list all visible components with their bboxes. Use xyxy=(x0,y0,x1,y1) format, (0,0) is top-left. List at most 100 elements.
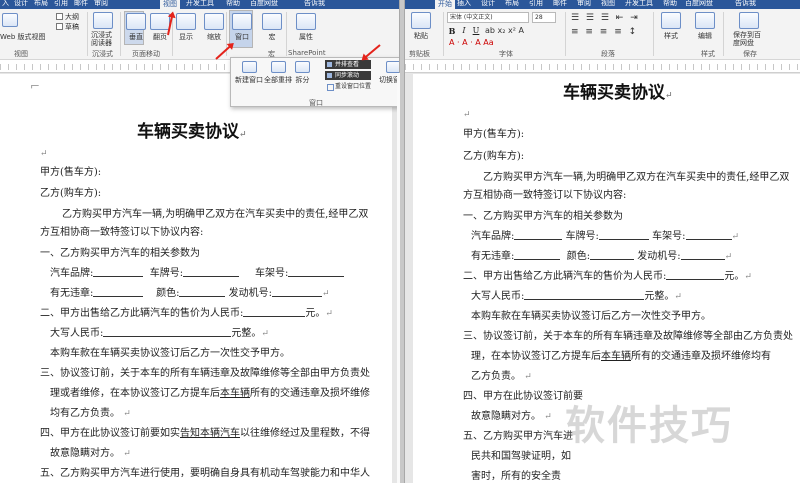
properties-icon xyxy=(296,13,316,30)
tab-developer[interactable]: 开发工具 xyxy=(186,0,214,8)
window-group-label: 窗口 xyxy=(309,99,323,107)
ribbon-separator xyxy=(286,12,287,56)
tab-tell-me[interactable]: 告诉我 xyxy=(304,0,325,8)
show-icon xyxy=(176,13,196,30)
params-row-1: 汽车品牌: 车牌号: 车架号: ↵ xyxy=(471,231,740,242)
paste-icon xyxy=(411,12,431,29)
horizontal-ruler xyxy=(405,60,800,73)
clause-2: 二、甲方出售给乙方此辆汽车的售价为人民币: 元。↵ xyxy=(40,308,333,319)
view-ribbon: Web 版式视图 大纲 草稿 视图 沉浸式阅读器 沉浸式 垂直 翻页 页面移动 … xyxy=(0,9,399,60)
save-group-label: 保存 xyxy=(743,50,757,58)
left-document-page[interactable]: ⌐ 车辆买卖协议↵ ↵ 甲方(售车方): 乙方(购车方): 乙方购买甲方汽车一辆… xyxy=(0,74,392,483)
immersive-reader-icon xyxy=(93,12,113,29)
outline-checkbox[interactable]: 大纲 xyxy=(56,12,79,22)
paragraph-group-label: 段落 xyxy=(601,50,615,58)
tab-review[interactable]: 审阅 xyxy=(577,0,591,8)
underline-button[interactable]: U xyxy=(471,26,481,36)
show-button[interactable]: 显示 xyxy=(176,13,196,42)
switch-windows-button[interactable]: 切换窗口 xyxy=(379,61,399,85)
clause-3-line-1: 三、协议签订前，关于本车的所有车辆违章及故障维修等全部由乙方负责处 xyxy=(463,331,793,342)
tab-insert[interactable]: 入 xyxy=(2,0,9,8)
ribbon-separator xyxy=(565,12,566,56)
zoom-button[interactable]: 缩放 xyxy=(204,13,224,42)
tab-mailings[interactable]: 邮件 xyxy=(553,0,567,8)
tab-insert[interactable]: 插入 xyxy=(457,0,471,8)
tab-view[interactable]: 视图 xyxy=(160,0,180,9)
ribbon-separator xyxy=(120,12,121,56)
zoom-icon xyxy=(204,13,224,30)
italic-button[interactable]: I xyxy=(459,26,469,36)
save-to-baidu-button[interactable] xyxy=(739,12,759,31)
paste-button[interactable]: 粘贴 xyxy=(411,12,431,41)
font-name-select[interactable]: 宋体 (中文正文) xyxy=(447,12,529,23)
font-size-select[interactable]: 28 xyxy=(532,12,556,23)
font-color-icons[interactable]: A · A · A Aa xyxy=(449,38,494,47)
tab-review[interactable]: 审阅 xyxy=(94,0,108,8)
tab-view[interactable]: 视图 xyxy=(601,0,615,8)
home-ribbon: 粘贴 剪贴板 宋体 (中文正文) 28 B I U ab x₂ x² A A ·… xyxy=(405,9,800,60)
tab-home[interactable]: 开始 xyxy=(435,0,455,9)
uppercase-amount: 大写人民币: 元整。↵ xyxy=(50,328,269,339)
baidu-netdisk-icon xyxy=(739,12,759,29)
params-row-1: 汽车品牌: 车牌号: 车架号: xyxy=(50,267,345,280)
seller-line: 甲方(售车方): xyxy=(463,129,525,140)
clause-5-line-2: 民共和国驾驶证明，如 xyxy=(471,451,571,462)
tab-baidu-netdisk[interactable]: 百度网盘 xyxy=(250,0,278,8)
views-group-label: 视图 xyxy=(14,50,28,58)
tab-layout[interactable]: 布局 xyxy=(505,0,519,8)
tab-references[interactable]: 引用 xyxy=(529,0,543,8)
clause-1: 一、乙方购买甲方汽车的相关参数为 xyxy=(463,211,623,222)
vertical-scrollbar[interactable] xyxy=(397,73,400,483)
draft-checkbox[interactable]: 草稿 xyxy=(56,22,79,32)
tab-help[interactable]: 帮助 xyxy=(663,0,677,8)
web-layout-label: Web 版式视图 xyxy=(0,33,46,41)
synchronous-scrolling-button[interactable]: 同步滚动 xyxy=(325,71,371,80)
clause-5-line-1: 五、乙方购买甲方汽车进 xyxy=(463,431,573,442)
reset-window-position-button[interactable]: 重设窗口位置 xyxy=(325,82,371,91)
list-format-icons[interactable]: ☰ ☰ ☰ ⇤ ⇥ xyxy=(571,13,640,23)
tab-layout[interactable]: 布局 xyxy=(34,0,48,8)
clause-4-line-1: 四、甲方在此协议签订前要如实告知本辆汽车以往维修经过及里程数，不得 xyxy=(40,428,370,439)
split-button[interactable]: 拆分 xyxy=(295,61,310,85)
left-word-window: 入 设计 布局 引用 邮件 审阅 视图 开发工具 帮助 百度网盘 告诉我 Web… xyxy=(0,0,399,483)
intro-line-2: 方互相协商一致特签订以下协议内容: xyxy=(463,190,627,201)
editing-button[interactable]: 编辑 xyxy=(695,12,715,41)
tab-design[interactable]: 设计 xyxy=(481,0,495,8)
immersive-group-label: 沉浸式 xyxy=(92,50,113,58)
clause-4-line-2: 故意隐瞒对方。 ↵ xyxy=(471,411,552,422)
tab-mailings[interactable]: 邮件 xyxy=(74,0,88,8)
page-movement-group-label: 页面移动 xyxy=(132,50,160,58)
uppercase-amount: 大写人民币: 元整。↵ xyxy=(471,291,682,302)
macros-button[interactable]: 宏 xyxy=(262,13,282,42)
side-to-side-button[interactable]: 翻页 xyxy=(150,13,170,42)
vertical-page-button[interactable]: 垂直 xyxy=(126,13,146,42)
sharepoint-group-label: SharePoint xyxy=(288,49,326,57)
vertical-page-icon xyxy=(126,13,146,30)
tab-references[interactable]: 引用 xyxy=(54,0,68,8)
more-font-format-icons[interactable]: ab x₂ x² A xyxy=(485,26,524,35)
tab-help[interactable]: 帮助 xyxy=(226,0,240,8)
window-button[interactable]: 窗口 xyxy=(232,13,252,42)
tab-tell-me[interactable]: 告诉我 xyxy=(735,0,756,8)
immersive-reader-button[interactable] xyxy=(93,12,113,31)
web-layout-icon xyxy=(2,13,18,27)
empty-paragraph: ↵ xyxy=(40,149,48,159)
clause-3-line-1: 三、协议签订前，关于本车的所有车辆违章及故障维修等全部由甲方负责处 xyxy=(40,368,370,379)
clause-1: 一、乙方购买甲方汽车的相关参数为 xyxy=(40,248,200,259)
tab-developer[interactable]: 开发工具 xyxy=(625,0,653,8)
clause-3-line-2: 理或者维修，在本协议签订乙方提车后本车辆所有的交通违章及损坏维修 xyxy=(50,388,370,399)
window-icon xyxy=(232,13,252,30)
new-window-button[interactable]: 新建窗口 xyxy=(235,61,263,85)
seller-line: 甲方(售车方): xyxy=(40,167,102,178)
checkbox-icon xyxy=(56,23,63,30)
properties-button[interactable]: 属性 xyxy=(296,13,316,42)
tab-baidu-netdisk[interactable]: 百度网盘 xyxy=(685,0,713,8)
font-group-label: 字体 xyxy=(499,50,513,58)
styles-button[interactable]: 样式 xyxy=(661,12,681,41)
tab-design[interactable]: 设计 xyxy=(14,0,28,8)
alignment-icons[interactable]: ≡ ≡ ≡ ≡ ↕ xyxy=(571,27,638,37)
clause-4-line-2: 故意隐瞒对方。 ↵ xyxy=(50,448,131,459)
arrange-all-button[interactable]: 全部重排 xyxy=(264,61,292,85)
bold-button[interactable]: B xyxy=(447,26,457,36)
web-layout-button[interactable] xyxy=(2,13,18,29)
